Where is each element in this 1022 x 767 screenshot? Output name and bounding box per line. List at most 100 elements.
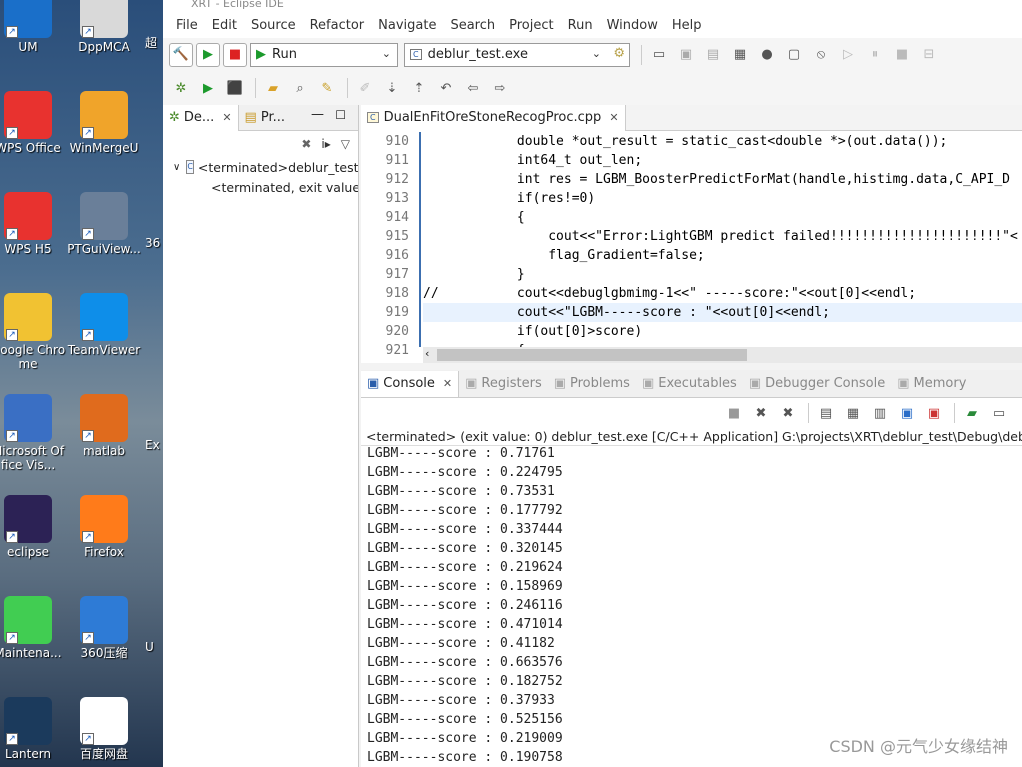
clear-console-icon[interactable]: ▤ — [814, 401, 838, 425]
chevron-down-icon[interactable]: ∨ — [173, 162, 180, 173]
external-tools-icon[interactable]: ⬛ — [223, 76, 247, 100]
code-line[interactable]: double *out_result = static_cast<double … — [423, 132, 1022, 151]
close-icon[interactable]: ✕ — [443, 377, 452, 390]
save-icon[interactable]: ▣ — [674, 43, 698, 67]
launch-target-combo[interactable]: C deblur_test.exe ⌄ ⚙ — [404, 42, 630, 67]
tree-item-process[interactable]: <terminated, exit value — [163, 177, 358, 197]
desktop-icon[interactable]: ↗ UM — [0, 0, 66, 54]
code-line[interactable]: cout<<"LGBM-----score : "<<out[0]<<endl; — [423, 303, 1022, 322]
code-line[interactable]: int res = LGBM_BoosterPredictForMat(hand… — [423, 170, 1022, 189]
open-type-icon[interactable]: ▰ — [261, 76, 285, 100]
tab-debugger-console[interactable]: ▣ Debugger Console — [743, 371, 891, 397]
menu-file[interactable]: File — [169, 18, 205, 33]
menu-search[interactable]: Search — [443, 18, 502, 33]
stop-icon[interactable]: ■ — [223, 42, 247, 67]
run-icon[interactable]: ▶ — [196, 76, 220, 100]
pin-console-icon[interactable]: ▰ — [960, 401, 984, 425]
step-filter-icon[interactable]: i▸ — [321, 137, 330, 151]
menu-refactor[interactable]: Refactor — [303, 18, 372, 33]
tab-executables[interactable]: ▣ Executables — [636, 371, 743, 397]
code-line[interactable]: int64_t out_len; — [423, 151, 1022, 170]
binary-icon[interactable]: ▦ — [728, 43, 752, 67]
launch-mode-combo[interactable]: ▶ Run ⌄ — [250, 42, 398, 67]
forward-icon[interactable]: ⇨ — [488, 76, 512, 100]
remove-all-icon[interactable]: ✖ — [301, 137, 311, 151]
desktop-icon[interactable]: ↗ WinMergeU — [66, 91, 142, 155]
desktop-icon[interactable]: ↗ TeamViewer — [66, 293, 142, 357]
terminal-icon[interactable]: ▢ — [782, 43, 806, 67]
gear-icon[interactable]: ⚙ — [613, 46, 625, 61]
tab-problems[interactable]: ▣ Problems — [548, 371, 636, 397]
desktop-icon[interactable]: ↗ WPS Office — [0, 91, 66, 155]
pen-icon[interactable]: ✐ — [353, 76, 377, 100]
tab-registers[interactable]: ▣ Registers — [459, 371, 548, 397]
desktop-icon[interactable]: ↗ Maintena... — [0, 596, 66, 660]
view-menu-icon[interactable]: ▽ — [341, 137, 350, 151]
remove-launch-icon[interactable]: ✖ — [749, 401, 773, 425]
launch-run-icon[interactable]: ▶ — [196, 42, 220, 67]
desktop-icon[interactable]: ↗ Google Chrome — [0, 293, 66, 371]
last-edit-icon[interactable]: ↶ — [434, 76, 458, 100]
tree-item-launch[interactable]: ∨ C <terminated>deblur_test. — [163, 157, 358, 177]
horizontal-scrollbar[interactable]: ‹ — [423, 347, 1022, 363]
minimize-icon[interactable]: — — [311, 107, 324, 122]
word-wrap-icon[interactable]: ▥ — [868, 401, 892, 425]
terminate-icon[interactable]: ■ — [722, 401, 746, 425]
back-icon[interactable]: ⇦ — [461, 76, 485, 100]
tab-console[interactable]: ▣ Console ✕ — [361, 370, 460, 397]
menu-window[interactable]: Window — [600, 18, 665, 33]
show-stdout-icon[interactable]: ▣ — [895, 401, 919, 425]
disconnect-icon[interactable]: ⊟ — [917, 43, 941, 67]
tab-memory[interactable]: ▣ Memory — [891, 371, 972, 397]
menu-run[interactable]: Run — [561, 18, 600, 33]
build-hammer-icon[interactable]: 🔨 — [169, 42, 193, 67]
tab-debug[interactable]: ✲ De... ✕ — [163, 104, 239, 131]
code-line[interactable]: // cout<<debuglgbmimg-1<<" -----score:"<… — [423, 284, 1022, 303]
scroll-lock-icon[interactable]: ▦ — [841, 401, 865, 425]
console-output[interactable]: LGBM-----score : 0.125803LGBM-----score … — [361, 438, 1022, 767]
menu-edit[interactable]: Edit — [205, 18, 244, 33]
menu-project[interactable]: Project — [502, 18, 560, 33]
task-icon[interactable]: ✎ — [315, 76, 339, 100]
show-stderr-icon[interactable]: ▣ — [922, 401, 946, 425]
desktop-icon[interactable]: ↗ PTGuiView... — [66, 192, 142, 256]
new-icon[interactable]: ▭ — [647, 43, 671, 67]
close-icon[interactable]: ✕ — [222, 111, 231, 124]
desktop-icon[interactable]: ↗ eclipse — [0, 495, 66, 559]
maximize-icon[interactable]: ☐ — [335, 108, 346, 122]
code-line[interactable]: { — [423, 208, 1022, 227]
display-console-icon[interactable]: ▭ — [987, 401, 1011, 425]
desktop-icon[interactable]: ↗ matlab — [66, 394, 142, 458]
close-icon[interactable]: ✕ — [609, 111, 618, 124]
suspend-icon[interactable]: ⏸ — [863, 43, 887, 67]
desktop-icon[interactable]: ↗ DppMCA — [66, 0, 142, 54]
code-line[interactable]: cout<<"Error:LightGBM predict failed!!!!… — [423, 227, 1022, 246]
next-annotation-icon[interactable]: ⇣ — [380, 76, 404, 100]
tab-project[interactable]: ▤ Pr... — [239, 105, 291, 131]
desktop-icon[interactable]: ↗ Firefox — [66, 495, 142, 559]
search-icon[interactable]: ⌕ — [288, 76, 312, 100]
remove-all-icon[interactable]: ✖ — [776, 401, 800, 425]
code-area[interactable]: double *out_result = static_cast<double … — [423, 132, 1022, 347]
menu-navigate[interactable]: Navigate — [371, 18, 443, 33]
scroll-left-icon[interactable]: ‹ — [425, 347, 429, 360]
code-line[interactable]: } — [423, 265, 1022, 284]
skip-breakpoints-icon[interactable]: ⦸ — [809, 43, 833, 67]
desktop-icon[interactable]: ↗ 360压缩 — [66, 596, 142, 660]
desktop-icon[interactable]: ↗ Microsoft Office Vis... — [0, 394, 66, 472]
debug-icon[interactable]: ✲ — [169, 76, 193, 100]
desktop-icon[interactable]: ↗ WPS H5 — [0, 192, 66, 256]
code-line[interactable]: if(res!=0) — [423, 189, 1022, 208]
resume-icon[interactable]: ▷ — [836, 43, 860, 67]
desktop-icon[interactable]: ↗ Lantern — [0, 697, 66, 761]
menu-source[interactable]: Source — [244, 18, 303, 33]
terminate-icon[interactable]: ■ — [890, 43, 914, 67]
scrollbar-thumb[interactable] — [437, 349, 747, 361]
desktop-icon[interactable]: ↗ 百度网盘 — [66, 697, 142, 761]
editor-tab[interactable]: C DualEnFitOreStoneRecogProc.cpp ✕ — [361, 104, 626, 131]
profile-icon[interactable]: ● — [755, 43, 779, 67]
menu-help[interactable]: Help — [665, 18, 709, 33]
prev-annotation-icon[interactable]: ⇡ — [407, 76, 431, 100]
save-all-icon[interactable]: ▤ — [701, 43, 725, 67]
code-line[interactable]: flag_Gradient=false; — [423, 246, 1022, 265]
